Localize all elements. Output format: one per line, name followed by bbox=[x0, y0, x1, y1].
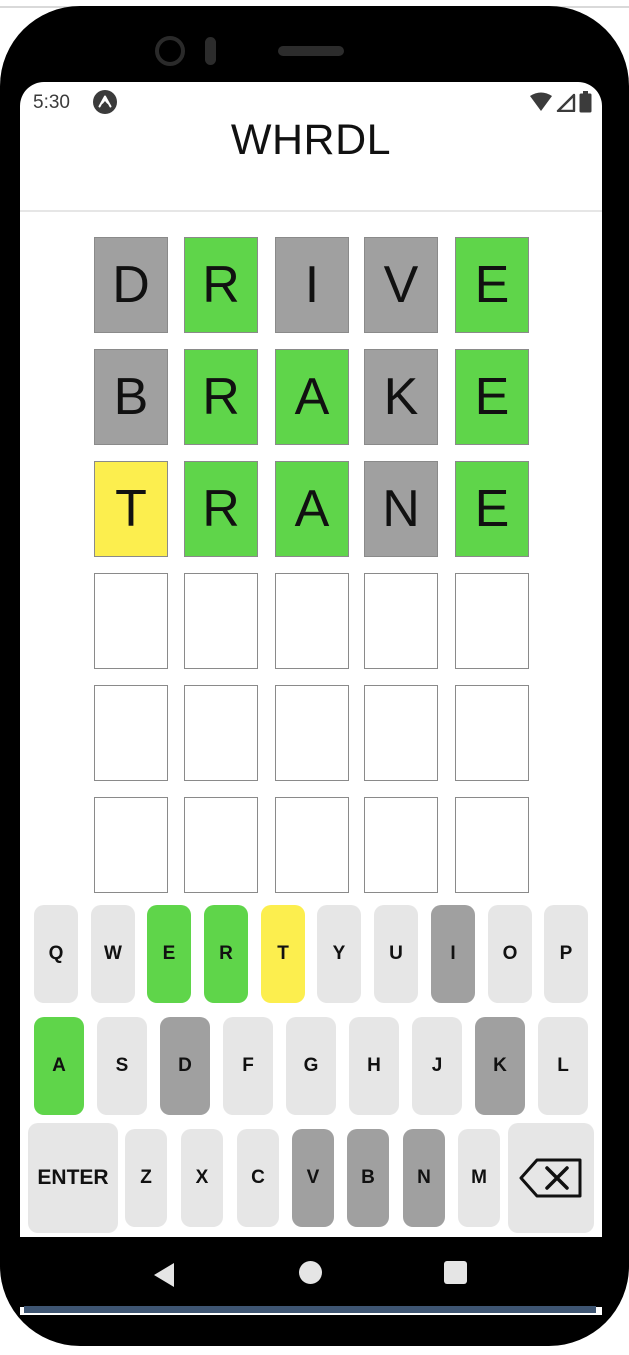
key-o[interactable]: O bbox=[488, 905, 532, 1003]
key-h[interactable]: H bbox=[349, 1017, 399, 1115]
board-tile bbox=[94, 797, 168, 893]
board-tile bbox=[455, 573, 529, 669]
board-tile: R bbox=[184, 349, 258, 445]
key-s[interactable]: S bbox=[97, 1017, 147, 1115]
board-tile: K bbox=[364, 349, 438, 445]
key-v[interactable]: V bbox=[292, 1129, 334, 1227]
board-tile bbox=[184, 573, 258, 669]
key-d[interactable]: D bbox=[160, 1017, 210, 1115]
key-e[interactable]: E bbox=[147, 905, 191, 1003]
board-tile bbox=[275, 573, 349, 669]
enter-key[interactable]: ENTER bbox=[28, 1123, 118, 1233]
status-icons bbox=[529, 91, 592, 113]
board-tile: E bbox=[455, 349, 529, 445]
board-tile bbox=[455, 797, 529, 893]
backspace-icon bbox=[519, 1158, 582, 1198]
key-x[interactable]: X bbox=[181, 1129, 223, 1227]
wifi-icon bbox=[530, 92, 552, 111]
key-l[interactable]: L bbox=[538, 1017, 588, 1115]
key-a[interactable]: A bbox=[34, 1017, 84, 1115]
key-b[interactable]: B bbox=[347, 1129, 389, 1227]
key-r[interactable]: R bbox=[204, 905, 248, 1003]
key-k[interactable]: K bbox=[475, 1017, 525, 1115]
key-f[interactable]: F bbox=[223, 1017, 273, 1115]
board-tile: E bbox=[455, 461, 529, 557]
status-time: 5:30 bbox=[33, 92, 70, 113]
key-u[interactable]: U bbox=[374, 905, 418, 1003]
key-w[interactable]: W bbox=[91, 905, 135, 1003]
signal-icon bbox=[556, 93, 576, 112]
board-tile bbox=[184, 685, 258, 781]
board-tile: R bbox=[184, 461, 258, 557]
board-tile: T bbox=[94, 461, 168, 557]
backspace-key[interactable] bbox=[508, 1123, 594, 1233]
back-icon[interactable] bbox=[153, 1262, 175, 1288]
board-tile: N bbox=[364, 461, 438, 557]
proximity-sensor bbox=[205, 37, 216, 65]
key-z[interactable]: Z bbox=[125, 1129, 167, 1227]
key-n[interactable]: N bbox=[403, 1129, 445, 1227]
android-nav-bar bbox=[20, 1237, 602, 1307]
home-icon[interactable] bbox=[299, 1261, 322, 1284]
board-tile: I bbox=[275, 237, 349, 333]
board-tile: V bbox=[364, 237, 438, 333]
board-tile bbox=[94, 685, 168, 781]
board-tile bbox=[275, 797, 349, 893]
key-q[interactable]: Q bbox=[34, 905, 78, 1003]
app-screen: 5:30 WHRDL DRIVEBRAKETRANE QWERTYUIOPASD… bbox=[20, 82, 602, 1315]
key-p[interactable]: P bbox=[544, 905, 588, 1003]
key-g[interactable]: G bbox=[286, 1017, 336, 1115]
board-tile bbox=[364, 797, 438, 893]
key-t[interactable]: T bbox=[261, 905, 305, 1003]
board-tile: B bbox=[94, 349, 168, 445]
key-c[interactable]: C bbox=[237, 1129, 279, 1227]
battery-icon bbox=[579, 91, 592, 113]
board-tile bbox=[94, 573, 168, 669]
board-tile bbox=[364, 573, 438, 669]
key-j[interactable]: J bbox=[412, 1017, 462, 1115]
recent-apps-icon[interactable] bbox=[444, 1261, 467, 1284]
board-tile: A bbox=[275, 349, 349, 445]
board-tile: A bbox=[275, 461, 349, 557]
bottom-edge-strip bbox=[24, 1306, 596, 1313]
header-divider bbox=[20, 210, 602, 212]
app-title: WHRDL bbox=[230, 116, 392, 164]
board-tile: E bbox=[455, 237, 529, 333]
key-i[interactable]: I bbox=[431, 905, 475, 1003]
key-m[interactable]: M bbox=[458, 1129, 500, 1227]
board-tile: R bbox=[184, 237, 258, 333]
board-tile: D bbox=[94, 237, 168, 333]
expo-app-icon bbox=[93, 90, 117, 114]
key-y[interactable]: Y bbox=[317, 905, 361, 1003]
front-camera bbox=[155, 36, 185, 66]
board-tile bbox=[275, 685, 349, 781]
earpiece-speaker bbox=[278, 46, 344, 56]
board-tile bbox=[364, 685, 438, 781]
board-tile bbox=[455, 685, 529, 781]
board-tile bbox=[184, 797, 258, 893]
